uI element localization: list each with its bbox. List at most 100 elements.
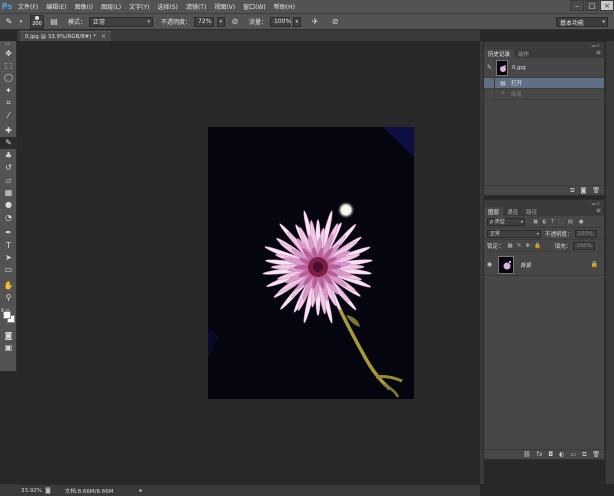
- menu-view[interactable]: 视图(V): [210, 2, 239, 11]
- screen-mode-icon[interactable]: ▣: [0, 341, 17, 353]
- history-brush-source-icon[interactable]: ✎: [484, 64, 495, 71]
- fill-label: 填充：: [554, 243, 572, 250]
- maximize-icon[interactable]: □: [585, 0, 599, 11]
- lock-all-icon[interactable]: 🔒: [534, 243, 541, 249]
- tab-actions[interactable]: 动作: [514, 49, 533, 58]
- layer-opacity-input[interactable]: 100%: [574, 229, 597, 238]
- blend-mode-select[interactable]: 正常 ▾: [487, 229, 541, 238]
- pressure-opacity-icon[interactable]: ⊘: [229, 16, 241, 28]
- filter-pixel-icon[interactable]: ▣: [533, 219, 538, 225]
- history-snapshot[interactable]: ✎ 0.jpg: [484, 58, 604, 78]
- panel-menu-icon[interactable]: ≡: [596, 207, 601, 214]
- hand-tool-icon[interactable]: ✋: [0, 279, 17, 291]
- history-brush-tool-icon[interactable]: ↺: [0, 162, 17, 174]
- type-tool-icon[interactable]: T: [0, 239, 17, 251]
- document-tab[interactable]: 0.jpg @ 33.9%(RGB/8#) * ×: [20, 31, 111, 41]
- clone-stamp-tool-icon[interactable]: ♣: [0, 149, 17, 161]
- document-tab-bar: 0.jpg @ 33.9%(RGB/8#) * ×: [17, 30, 480, 41]
- blur-tool-icon[interactable]: ●: [0, 199, 17, 211]
- trash-icon[interactable]: 🗑: [592, 451, 600, 458]
- history-item-label: 画笔: [511, 92, 523, 98]
- gradient-tool-icon[interactable]: ▦: [0, 186, 17, 198]
- menu-edit[interactable]: 编辑(E): [42, 2, 70, 11]
- zoom-level-input[interactable]: 33.92%: [21, 488, 42, 494]
- flow-slider-button[interactable]: ▾: [293, 16, 302, 27]
- eyedropper-tool-icon[interactable]: ⁄: [0, 109, 17, 121]
- path-selection-tool-icon[interactable]: ➤: [0, 251, 17, 263]
- opacity-input[interactable]: 72%: [194, 16, 215, 27]
- lock-pixels-icon[interactable]: ✎: [517, 243, 522, 249]
- filter-smart-object-icon[interactable]: ▤: [568, 219, 573, 225]
- trash-icon[interactable]: 🗑: [592, 187, 600, 194]
- quick-select-tool-icon[interactable]: ✦: [0, 84, 17, 96]
- menu-window[interactable]: 窗口(W): [239, 2, 270, 11]
- tab-channels[interactable]: 通道: [503, 207, 522, 216]
- menu-select[interactable]: 选择(S): [153, 2, 182, 11]
- brush-size-picker[interactable]: 200: [30, 14, 44, 29]
- menu-type[interactable]: 文字(Y): [125, 2, 153, 11]
- status-menu-arrow-icon[interactable]: ▸: [140, 487, 143, 494]
- canvas-area[interactable]: [17, 41, 480, 484]
- foreground-color-swatch[interactable]: [3, 310, 11, 319]
- layer-style-icon[interactable]: fx: [537, 451, 543, 458]
- history-item-open[interactable]: ▤ 打开: [484, 77, 604, 89]
- panel-menu-icon[interactable]: ≡: [596, 49, 601, 56]
- close-icon[interactable]: ×: [600, 0, 614, 11]
- pen-tool-icon[interactable]: ✒: [0, 226, 17, 238]
- layer-fill-input[interactable]: 100%: [573, 241, 596, 250]
- tab-history[interactable]: 历史记录: [484, 49, 515, 58]
- tab-paths[interactable]: 路径: [522, 207, 541, 216]
- status-bar: 33.92% ◙ 文档:8.66M/8.66M ▸: [17, 484, 480, 496]
- brush-panel-toggle-icon[interactable]: ▤: [48, 16, 60, 28]
- zoom-tool-icon[interactable]: ⚲: [0, 291, 17, 303]
- brush-tool-icon[interactable]: ✎: [0, 136, 17, 150]
- filter-toggle-icon[interactable]: ●: [579, 219, 584, 225]
- document-image[interactable]: [208, 127, 414, 399]
- menu-filter[interactable]: 滤镜(T): [182, 2, 210, 11]
- new-document-from-state-icon[interactable]: ⧉: [570, 187, 574, 195]
- pressure-size-icon[interactable]: ⊘: [329, 16, 341, 28]
- new-group-icon[interactable]: ▭: [570, 451, 576, 458]
- chevron-down-icon[interactable]: ▾: [18, 15, 24, 29]
- opacity-slider-button[interactable]: ▾: [217, 16, 226, 27]
- history-item-brush[interactable]: ⌗ 画笔: [484, 88, 604, 100]
- move-tool-icon[interactable]: ✥: [0, 47, 17, 59]
- marquee-tool-icon[interactable]: ⬚: [0, 59, 17, 71]
- tab-layers[interactable]: 图层: [484, 207, 504, 216]
- layer-filter-select[interactable]: ρ 类型 ▾: [487, 217, 525, 226]
- menu-file[interactable]: 文件(F): [14, 2, 42, 11]
- lasso-tool-icon[interactable]: ◯: [0, 72, 17, 84]
- camera-snapshot-icon[interactable]: ◙: [581, 187, 587, 194]
- document-status-icon[interactable]: ◙: [45, 487, 51, 494]
- filter-type-icon[interactable]: T: [551, 219, 554, 225]
- adjustment-layer-icon[interactable]: ◐: [559, 451, 564, 458]
- lock-transparency-icon[interactable]: ▦: [508, 243, 513, 249]
- dodge-tool-icon[interactable]: ◔: [0, 211, 17, 223]
- link-layers-icon[interactable]: ⛓: [523, 451, 531, 458]
- menu-help[interactable]: 帮助(H): [270, 2, 299, 11]
- quick-mask-icon[interactable]: ◙: [0, 329, 17, 341]
- add-mask-icon[interactable]: ◘: [548, 451, 553, 458]
- eraser-tool-icon[interactable]: ▱: [0, 174, 17, 186]
- menu-layer[interactable]: 图层(L): [97, 2, 125, 11]
- crop-tool-icon[interactable]: ⌗: [0, 97, 17, 109]
- airbrush-icon[interactable]: ✈: [309, 16, 321, 28]
- filter-adjustment-icon[interactable]: ◐: [542, 219, 547, 225]
- workspace-select[interactable]: 基本功能 ▾: [556, 17, 608, 27]
- healing-brush-tool-icon[interactable]: ✚: [0, 124, 17, 136]
- opacity-label: 不透明度：: [545, 231, 573, 238]
- lock-position-icon[interactable]: ✥: [525, 243, 530, 249]
- minimize-icon[interactable]: –: [570, 0, 584, 11]
- panel-dock-edge: [605, 41, 614, 484]
- new-layer-icon[interactable]: ⧉: [582, 451, 586, 459]
- brush-tool-preset-icon[interactable]: ✎: [0, 15, 18, 29]
- menu-image[interactable]: 图像(I): [71, 2, 97, 11]
- eye-icon[interactable]: ◉: [484, 261, 495, 268]
- flow-input[interactable]: 100%: [270, 16, 291, 27]
- filter-shape-icon[interactable]: ⬚: [558, 219, 563, 225]
- options-bar: ✎ ▾ 200 ▤ 模式： 正常 ▾ 不透明度： 72% ▾ ⊘ 流量： 100%…: [0, 13, 614, 30]
- close-tab-icon[interactable]: ×: [101, 33, 106, 40]
- layer-row-background[interactable]: ◉ 背景 🔒: [484, 254, 604, 276]
- rectangle-tool-icon[interactable]: ▭: [0, 264, 17, 276]
- mode-select[interactable]: 正常 ▾: [89, 16, 154, 27]
